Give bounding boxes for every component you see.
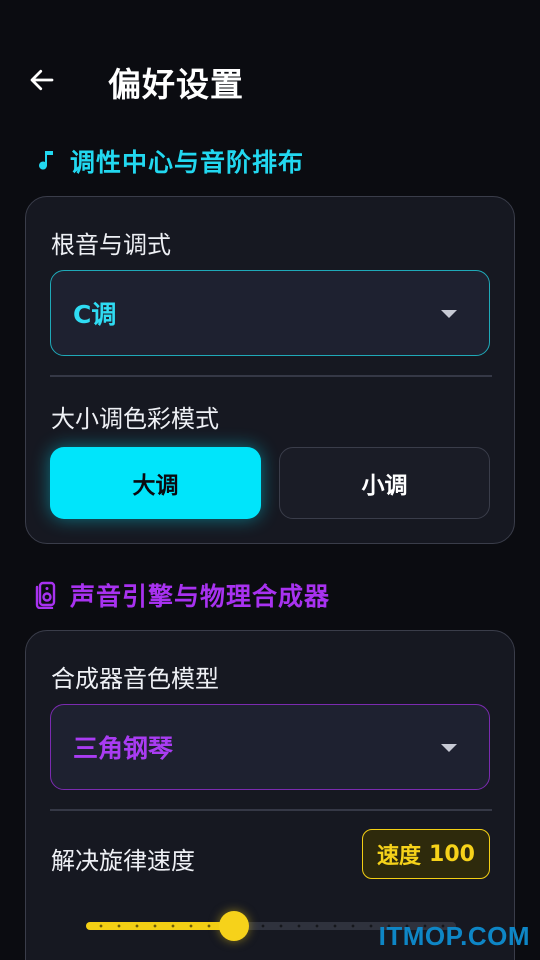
arrow-left-icon (30, 69, 54, 91)
divider (50, 809, 492, 811)
section-sound-heading: 声音引擎与物理合成器 (32, 577, 330, 613)
mode-major-button[interactable]: 大调 (50, 447, 261, 519)
section-key-heading: 调性中心与音阶排布 (32, 143, 304, 179)
timbre-label: 合成器音色模型 (51, 665, 219, 693)
root-key-select[interactable]: C调 (50, 270, 490, 356)
key-settings-card: 根音与调式 C调 大小调色彩模式 大调 小调 (25, 196, 515, 544)
root-key-value: C调 (73, 300, 117, 329)
app-header: 偏好设置 (0, 40, 540, 120)
tempo-badge-label: 速度 (377, 844, 422, 869)
root-key-label: 根音与调式 (51, 231, 171, 259)
back-button[interactable] (22, 60, 62, 100)
sound-settings-card: 合成器音色模型 三角钢琴 解决旋律速度 速度 100 (25, 630, 515, 960)
tempo-badge-value: 100 (429, 841, 475, 867)
chevron-down-icon (441, 310, 457, 318)
tempo-badge: 速度 100 (362, 829, 490, 879)
timbre-select[interactable]: 三角钢琴 (50, 704, 490, 790)
mode-label: 大小调色彩模式 (51, 405, 219, 433)
divider (50, 375, 492, 377)
page-title: 偏好设置 (108, 65, 244, 104)
music-note-icon (32, 147, 60, 175)
tempo-label: 解决旋律速度 (51, 847, 195, 875)
timbre-value: 三角钢琴 (73, 734, 174, 763)
section-sound-title: 声音引擎与物理合成器 (70, 582, 331, 611)
slider-thumb[interactable] (219, 911, 249, 941)
chevron-down-icon (441, 744, 457, 752)
mode-minor-button[interactable]: 小调 (279, 447, 490, 519)
section-key-title: 调性中心与音阶排布 (70, 148, 305, 177)
watermark: ITMOP.COM (378, 921, 530, 951)
speaker-icon (32, 581, 60, 609)
